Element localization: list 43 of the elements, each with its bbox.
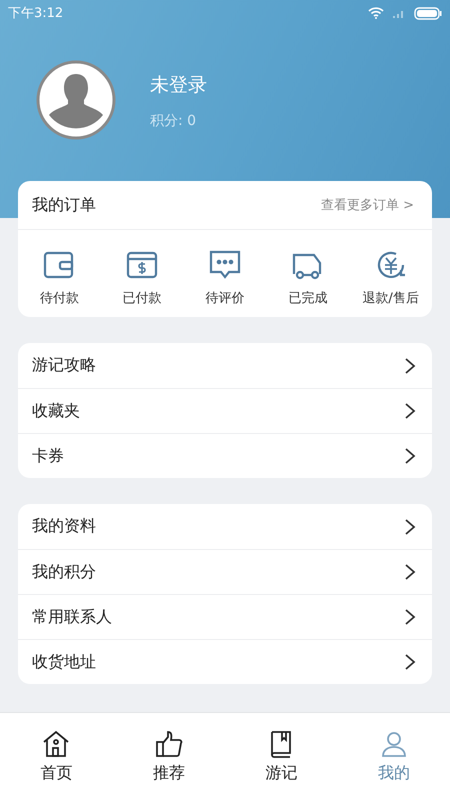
menu-item-label: 我的资料 [32,516,96,537]
tab-label: 推荐 [152,763,185,784]
chevron-right-icon [404,447,416,465]
menu-item[interactable]: 卡券 [18,433,432,478]
menu-item[interactable]: 收藏夹 [18,388,432,433]
menu-item-label: 收货地址 [32,652,96,672]
tab-label: 游记 [265,763,298,784]
order-status-label[interactable]: 退款/售后 [362,289,419,307]
menu-item[interactable]: 收货地址 [18,639,432,684]
menu-item[interactable]: 我的资料 [18,504,432,549]
thumbs-up-icon [154,729,184,759]
more-orders-link[interactable]: 查看更多订单 > [320,196,414,214]
menu-item-label: 卡券 [32,446,64,466]
menu-item[interactable]: 游记攻略 [18,343,432,388]
wifi-icon [368,7,384,19]
points-text: 积分: 0 [150,112,198,130]
tab[interactable]: 游记 [246,729,316,784]
menu-item-label: 我的积分 [32,562,96,582]
order-status-label[interactable]: 待评价 [205,289,244,307]
menu-item[interactable]: 常用联系人 [18,594,432,639]
avatar[interactable] [36,60,116,140]
menu-item-label: 游记攻略 [32,355,96,376]
tab-label: 我的 [378,763,410,784]
chevron-right-icon [404,518,416,536]
battery-icon [414,6,442,20]
tab[interactable]: 首页 [21,729,92,784]
chevron-right-icon [404,608,416,626]
orders-title: 我的订单 [32,194,96,216]
chevron-right-icon [404,356,416,374]
chevron-right-icon [404,653,416,671]
menu-item[interactable]: 我的积分 [18,549,432,594]
chevron-right-icon [404,563,416,581]
tab-label: 首页 [40,763,72,784]
house-icon [41,729,72,759]
order-status-label[interactable]: 已完成 [288,289,328,307]
menu-item-label: 收藏夹 [32,400,80,422]
order-status-label[interactable]: 待付款 [40,289,79,307]
tab[interactable]: 推荐 [134,729,204,784]
chevron-right-icon [404,402,416,420]
tab[interactable]: 我的 [358,729,429,784]
order-status-label[interactable]: 已付款 [122,289,162,307]
menu-item-label: 常用联系人 [32,606,112,628]
status-time: 下午3:12 [8,5,64,22]
